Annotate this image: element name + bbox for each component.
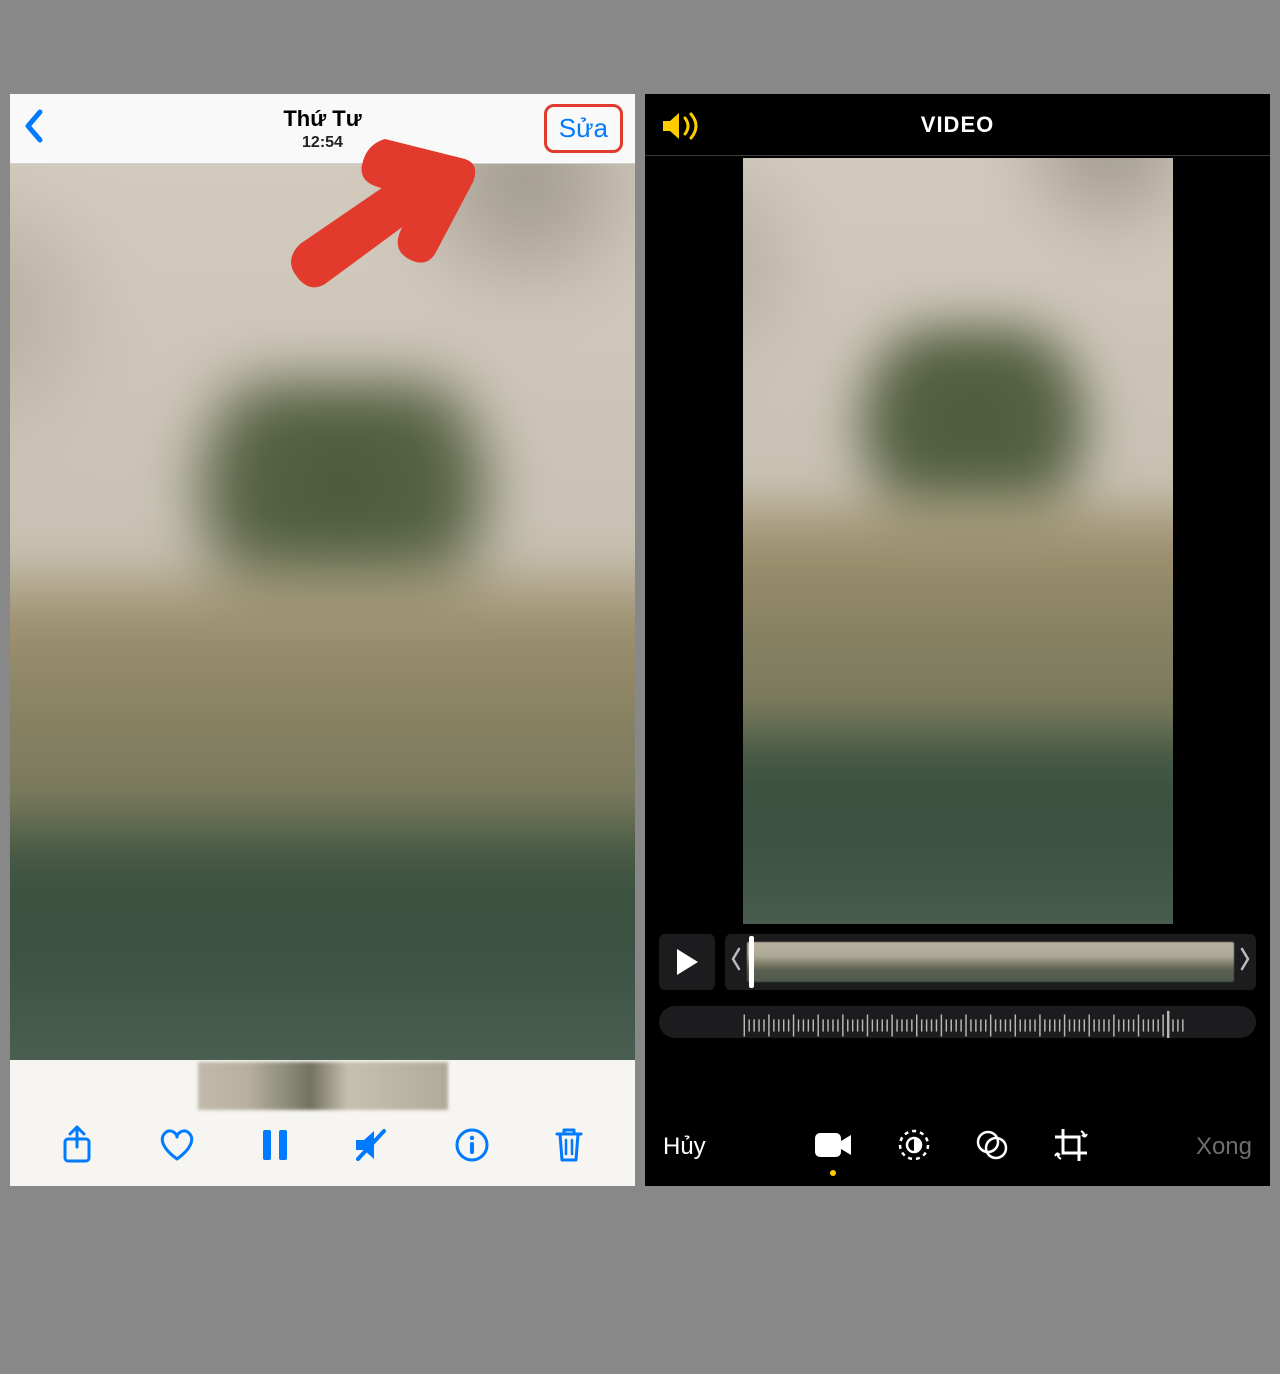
editor-title: VIDEO [921,112,994,138]
play-button[interactable] [659,934,715,990]
adjust-tool-icon[interactable] [897,1128,931,1167]
timeline-row [645,926,1270,998]
cancel-button[interactable]: Hủy [663,1133,706,1161]
info-icon[interactable] [454,1127,490,1168]
editor-top-bar: VIDEO [645,94,1270,156]
time-label: 12:54 [10,134,635,152]
video-frame [743,158,1173,924]
photo-content [10,164,635,1070]
video-scrubber[interactable] [725,934,1256,990]
photos-viewer-screen: Thứ Tư 12:54 Sửa [10,94,635,1186]
playhead[interactable] [749,936,754,988]
speaker-icon[interactable] [661,110,701,147]
crop-tool-icon[interactable] [1053,1127,1089,1168]
trim-end-handle[interactable] [1240,947,1250,977]
adjustment-ruler[interactable] [659,1006,1256,1038]
action-toolbar [10,1114,635,1186]
share-icon[interactable] [60,1125,94,1170]
editor-bottom-bar: Hủy Xong [645,1108,1270,1186]
filters-tool-icon[interactable] [975,1128,1009,1167]
pause-icon[interactable] [261,1128,289,1167]
photo-viewport[interactable] [10,164,635,1070]
back-icon[interactable] [22,108,46,149]
mute-icon[interactable] [352,1127,390,1168]
timeline-preview [747,942,1234,982]
day-label: Thứ Tư [10,106,635,132]
active-tool-dot [830,1170,836,1176]
title-block: Thứ Tư 12:54 [10,106,635,152]
editor-tools [813,1127,1089,1168]
bottom-toolbar-area [10,1060,635,1186]
editor-viewport[interactable] [645,156,1270,926]
thumbnail-strip[interactable] [10,1060,635,1114]
edit-button[interactable]: Sửa [544,104,623,153]
trim-start-handle[interactable] [731,947,741,977]
video-tool-icon[interactable] [813,1131,853,1164]
heart-icon[interactable] [157,1127,197,1168]
video-editor-screen: VIDEO [645,94,1270,1186]
trash-icon[interactable] [553,1126,585,1169]
top-bar: Thứ Tư 12:54 Sửa [10,94,635,164]
video-thumbnail[interactable] [198,1062,448,1110]
done-button[interactable]: Xong [1196,1133,1252,1161]
